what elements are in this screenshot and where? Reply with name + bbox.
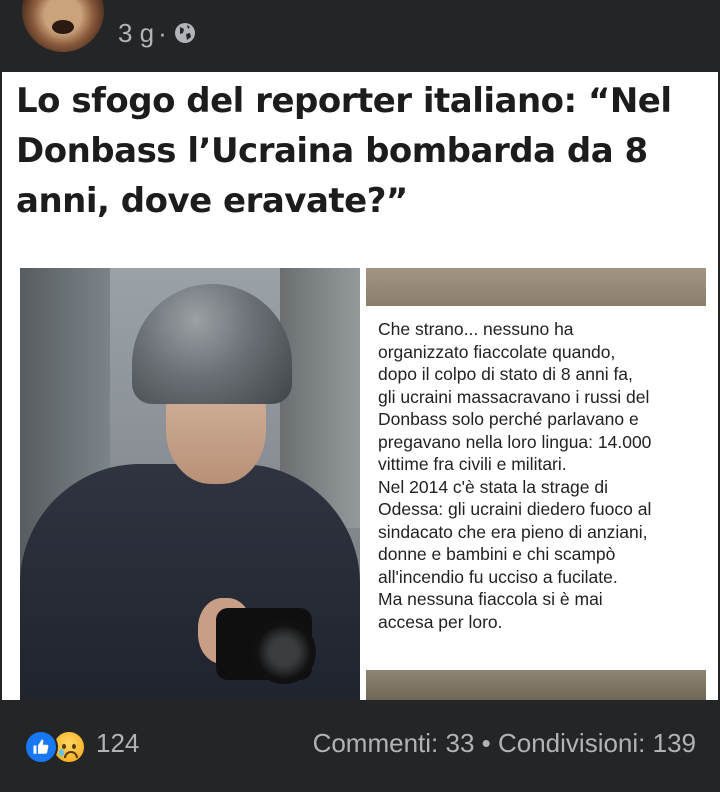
sad-eye-left bbox=[62, 744, 66, 749]
post-meta: 3 g · bbox=[118, 16, 197, 50]
photo-camera-lens bbox=[252, 620, 316, 684]
avatar-dog-nose bbox=[52, 20, 74, 34]
card-headline: Lo sfogo del reporter italiano: “Nel Don… bbox=[16, 81, 672, 221]
stats-separator: • bbox=[481, 728, 491, 758]
post-stats: Commenti: 33 • Condivisioni: 139 bbox=[313, 728, 696, 759]
quote-panel: Che strano... nessuno ha organizzato fia… bbox=[364, 268, 716, 700]
shares-count[interactable]: Condivisioni: 139 bbox=[498, 728, 696, 758]
photo-strip-bottom bbox=[366, 670, 706, 700]
post-time[interactable]: 3 g bbox=[118, 18, 154, 49]
reporter-photo bbox=[20, 268, 360, 700]
meta-separator: · bbox=[158, 17, 167, 48]
quote-text: Che strano... nessuno ha organizzato fia… bbox=[378, 319, 652, 632]
photo-strip-top bbox=[366, 268, 706, 306]
reaction-count[interactable]: 124 bbox=[96, 728, 139, 759]
photo-helmet bbox=[132, 284, 292, 404]
post-header: 3 g · bbox=[0, 0, 720, 72]
sad-mouth bbox=[64, 751, 78, 758]
sad-tear bbox=[59, 749, 64, 756]
globe-icon[interactable] bbox=[173, 21, 197, 45]
reactions-bar: 124 Commenti: 33 • Condivisioni: 139 bbox=[0, 700, 720, 792]
sad-eye-right bbox=[72, 744, 76, 749]
reaction-icons[interactable] bbox=[24, 730, 86, 764]
comments-count[interactable]: Commenti: 33 bbox=[313, 728, 475, 758]
like-icon bbox=[24, 730, 58, 764]
author-avatar[interactable] bbox=[22, 0, 104, 52]
shared-image-card[interactable]: Lo sfogo del reporter italiano: “Nel Don… bbox=[2, 72, 718, 700]
